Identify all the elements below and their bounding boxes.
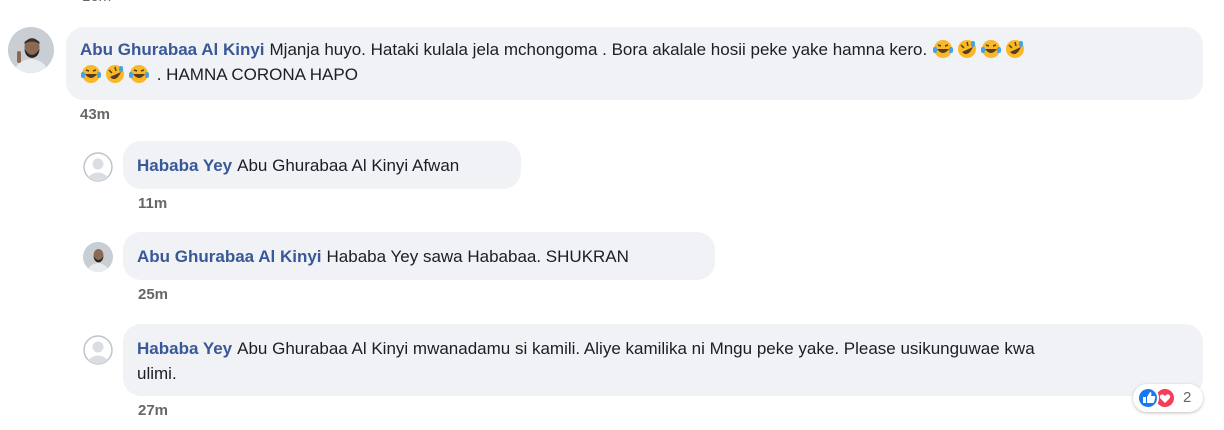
comment-author[interactable]: Abu Ghurabaa Al Kinyi [80, 40, 265, 59]
comment-bubble: Hababa Yey Abu Ghurabaa Al Kinyi Afwan [123, 141, 521, 189]
comment-author[interactable]: Hababa Yey [137, 156, 232, 175]
comment-text: ulimi. [137, 364, 177, 383]
laughing-emoji-icon [932, 40, 953, 58]
comment-text: Abu Ghurabaa Al Kinyi mwanadamu si kamil… [237, 339, 1035, 358]
comment-time[interactable]: 25m [138, 286, 168, 303]
comment-time[interactable]: 43m [80, 106, 110, 123]
comment-text: . HAMNA CORONA HAPO [156, 65, 358, 84]
avatar[interactable] [83, 242, 113, 272]
profile-photo [83, 242, 113, 272]
rofl-emoji-icon [106, 65, 124, 83]
laughing-emoji-icon [129, 65, 149, 83]
rofl-emoji-icon [1005, 40, 1024, 58]
comment-bubble: Abu Ghurabaa Al Kinyi Hababa Yey sawa Hab… [123, 232, 715, 280]
comment-time[interactable]: 11m [138, 195, 167, 212]
avatar[interactable] [8, 27, 54, 73]
comment-author[interactable]: Abu Ghurabaa Al Kinyi [137, 247, 322, 266]
profile-photo [8, 27, 54, 73]
laughing-emoji-icon [980, 40, 1001, 58]
reaction-count: 2 [1183, 389, 1192, 406]
comment-author[interactable]: Hababa Yey [137, 339, 232, 358]
laughing-emoji-icon [81, 65, 101, 83]
default-avatar-icon [83, 152, 113, 182]
comment-text: Mjanja huyo. Hataki kulala jela mchongom… [269, 40, 928, 59]
reaction-summary[interactable]: 2 [1133, 384, 1203, 412]
comment-bubble: Hababa Yey Abu Ghurabaa Al Kinyi mwanadam… [123, 324, 1203, 396]
comment-bubble: Abu Ghurabaa Al Kinyi Mjanja huyo. Hataki… [66, 27, 1203, 100]
emoji-group [932, 40, 1028, 59]
comment-text: Hababa Yey sawa Hababaa. SHUKRAN [326, 247, 629, 266]
reaction-icons [1137, 387, 1176, 409]
avatar[interactable] [83, 335, 113, 365]
rofl-emoji-icon [957, 40, 976, 58]
previous-comment-time[interactable]: 10m [82, 0, 111, 5]
comment-text: Abu Ghurabaa Al Kinyi Afwan [237, 156, 460, 175]
default-avatar-icon [83, 335, 113, 365]
avatar[interactable] [83, 152, 113, 182]
comment-time[interactable]: 27m [138, 402, 168, 419]
emoji-group [80, 65, 157, 84]
